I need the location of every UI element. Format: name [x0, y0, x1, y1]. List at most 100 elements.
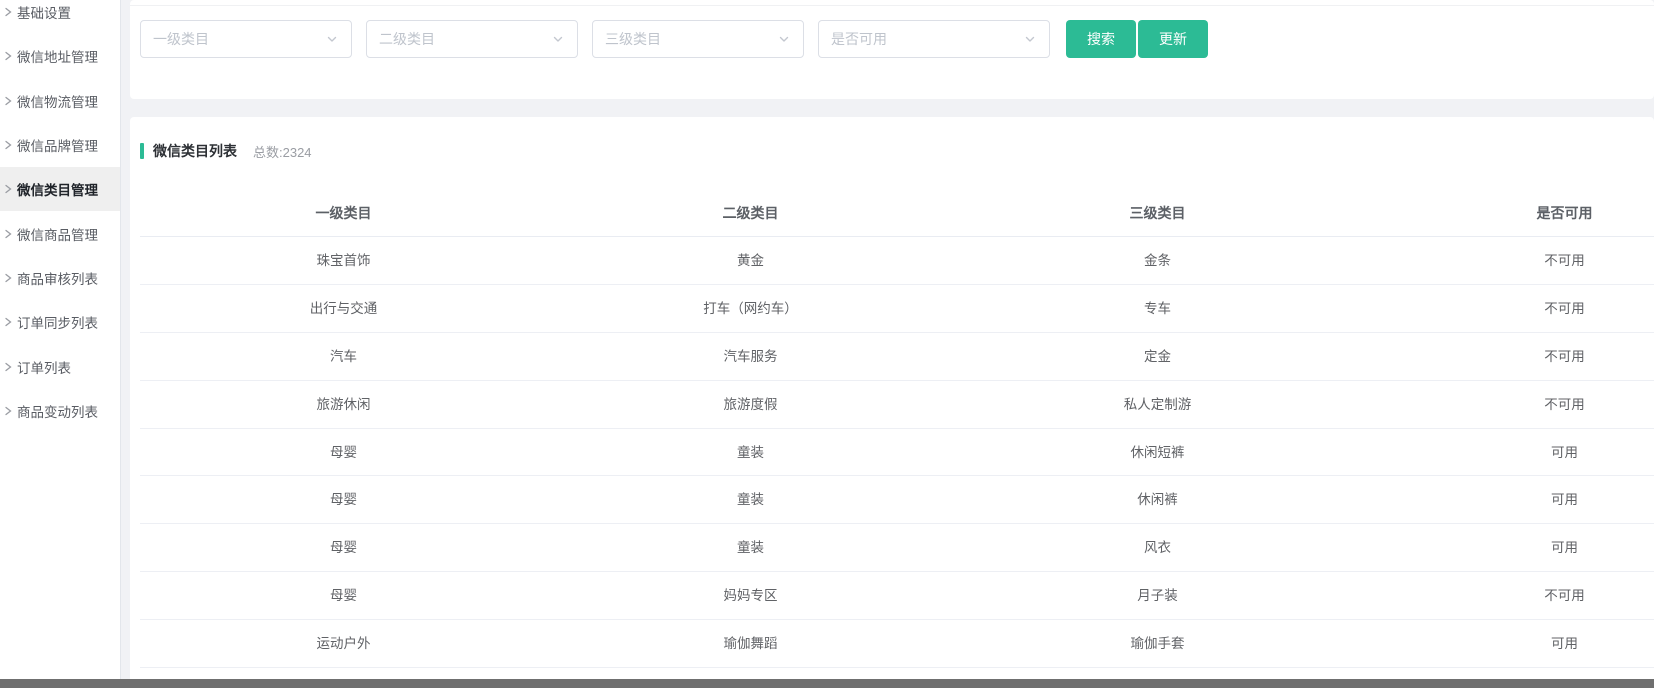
cell-level3-category: 休闲短裤: [954, 429, 1361, 477]
cell-level2-category: 打车（网约车）: [547, 285, 954, 333]
cell-level2-category: 汽车服务: [547, 333, 954, 381]
caret-right-icon: [3, 7, 13, 17]
panel-title: 微信类目列表: [153, 141, 237, 161]
cell-level1-category: 母婴: [140, 476, 547, 524]
level1-category-select[interactable]: 一级类目: [140, 20, 352, 58]
cell-level1-category: 运动户外: [140, 620, 547, 668]
panel-header: 微信类目列表 总数:2324: [140, 142, 312, 160]
cell-level3-category: 风衣: [954, 524, 1361, 572]
sidebar-item[interactable]: 微信地址管理: [0, 34, 120, 78]
caret-right-icon: [3, 273, 13, 283]
total-count: 总数:2324: [253, 142, 312, 161]
sidebar-item-label: 微信地址管理: [17, 46, 98, 66]
level3-category-select[interactable]: 三级类目: [592, 20, 804, 58]
sidebar-item-label: 微信商品管理: [17, 224, 98, 244]
sidebar-item[interactable]: 微信类目管理: [0, 167, 120, 211]
sidebar-item-label: 订单列表: [17, 357, 71, 377]
sidebar-item-label: 微信品牌管理: [17, 135, 98, 155]
divider: [130, 5, 1654, 6]
level2-category-select[interactable]: 二级类目: [366, 20, 578, 58]
main-content: 一级类目 二级类目 三级类目 是否可用: [122, 0, 1654, 688]
sidebar-item[interactable]: 商品变动列表: [0, 389, 120, 433]
cell-level2-category: 瑜伽舞蹈: [547, 620, 954, 668]
table-header-cell: 三级类目: [954, 189, 1361, 237]
search-button[interactable]: 搜索: [1066, 20, 1136, 58]
table-row: 母婴 童装 休闲裤 可用: [140, 476, 1654, 524]
chevron-down-icon: [325, 32, 339, 46]
availability-select[interactable]: 是否可用: [818, 20, 1050, 58]
cell-availability: 不可用: [1361, 572, 1654, 620]
cell-level2-category: 黄金: [547, 237, 954, 285]
app-root: 基础设置 微信地址管理 微信物流管理: [0, 0, 1654, 688]
update-button[interactable]: 更新: [1138, 20, 1208, 58]
sidebar-item[interactable]: 微信物流管理: [0, 79, 120, 123]
cell-level1-category: 汽车: [140, 333, 547, 381]
table-header-cell: 一级类目: [140, 189, 547, 237]
sidebar-item[interactable]: 订单列表: [0, 344, 120, 388]
sidebar-menu: 基础设置 微信地址管理 微信物流管理: [0, 0, 120, 433]
sidebar-item-label: 微信类目管理: [17, 179, 98, 199]
caret-right-icon: [3, 184, 13, 194]
sidebar-item-label: 商品变动列表: [17, 401, 98, 421]
cell-availability: 不可用: [1361, 381, 1654, 429]
caret-right-icon: [3, 51, 13, 61]
cell-availability: 可用: [1361, 476, 1654, 524]
table-row: 珠宝首饰 黄金 金条 不可用: [140, 237, 1654, 285]
title-accent-bar: [140, 143, 144, 159]
sidebar-item-label: 微信物流管理: [17, 91, 98, 111]
sidebar-item[interactable]: 基础设置: [0, 0, 120, 34]
cell-level1-category: 出行与交通: [140, 285, 547, 333]
cell-level2-category: 旅游度假: [547, 381, 954, 429]
cell-level3-category: 专车: [954, 285, 1361, 333]
table-body: 珠宝首饰 黄金 金条 不可用 出行与交通 打车（网约车） 专车 不可用: [140, 237, 1654, 668]
cell-availability: 不可用: [1361, 285, 1654, 333]
table-header-cell: 是否可用: [1361, 189, 1654, 237]
sidebar-item-label: 订单同步列表: [17, 312, 98, 332]
cell-level1-category: 母婴: [140, 524, 547, 572]
horizontal-scrollbar[interactable]: [0, 679, 1654, 688]
sidebar: 基础设置 微信地址管理 微信物流管理: [0, 0, 121, 688]
category-list-panel: 微信类目列表 总数:2324 一级类目 二级类目 三级类目 是否可用: [130, 117, 1654, 688]
chevron-down-icon: [551, 32, 565, 46]
caret-right-icon: [3, 229, 13, 239]
cell-level3-category: 定金: [954, 333, 1361, 381]
sidebar-item[interactable]: 微信商品管理: [0, 211, 120, 255]
cell-level3-category: 瑜伽手套: [954, 620, 1361, 668]
sidebar-item[interactable]: 商品审核列表: [0, 256, 120, 300]
chevron-down-icon: [777, 32, 791, 46]
sidebar-item-label: 基础设置: [17, 2, 71, 22]
cell-level2-category: 童装: [547, 524, 954, 572]
table-row: 母婴 童装 休闲短裤 可用: [140, 429, 1654, 477]
cell-level2-category: 妈妈专区: [547, 572, 954, 620]
sidebar-item[interactable]: 微信品牌管理: [0, 123, 120, 167]
table-row: 运动户外 瑜伽舞蹈 瑜伽手套 可用: [140, 620, 1654, 668]
cell-level3-category: 私人定制游: [954, 381, 1361, 429]
caret-right-icon: [3, 362, 13, 372]
cell-availability: 不可用: [1361, 237, 1654, 285]
caret-right-icon: [3, 140, 13, 150]
table-row: 旅游休闲 旅游度假 私人定制游 不可用: [140, 381, 1654, 429]
cell-level2-category: 童装: [547, 476, 954, 524]
table-row: 母婴 童装 风衣 可用: [140, 524, 1654, 572]
filter-panel: 一级类目 二级类目 三级类目 是否可用: [130, 0, 1654, 99]
cell-availability: 可用: [1361, 429, 1654, 477]
select-placeholder: 是否可用: [831, 29, 887, 49]
cell-availability: 可用: [1361, 524, 1654, 572]
cell-level1-category: 珠宝首饰: [140, 237, 547, 285]
caret-right-icon: [3, 317, 13, 327]
select-placeholder: 二级类目: [379, 29, 435, 49]
select-placeholder: 一级类目: [153, 29, 209, 49]
cell-level1-category: 旅游休闲: [140, 381, 547, 429]
cell-level3-category: 金条: [954, 237, 1361, 285]
cell-availability: 可用: [1361, 620, 1654, 668]
sidebar-item[interactable]: 订单同步列表: [0, 300, 120, 344]
table-row: 汽车 汽车服务 定金 不可用: [140, 333, 1654, 381]
table-header-row: 一级类目 二级类目 三级类目 是否可用: [140, 189, 1654, 237]
table-row: 出行与交通 打车（网约车） 专车 不可用: [140, 285, 1654, 333]
cell-level3-category: 休闲裤: [954, 476, 1361, 524]
cell-level3-category: 月子装: [954, 572, 1361, 620]
cell-availability: 不可用: [1361, 333, 1654, 381]
cell-level1-category: 母婴: [140, 429, 547, 477]
category-table: 一级类目 二级类目 三级类目 是否可用 珠宝首饰 黄金 金条: [140, 189, 1654, 668]
table-row: 母婴 妈妈专区 月子装 不可用: [140, 572, 1654, 620]
